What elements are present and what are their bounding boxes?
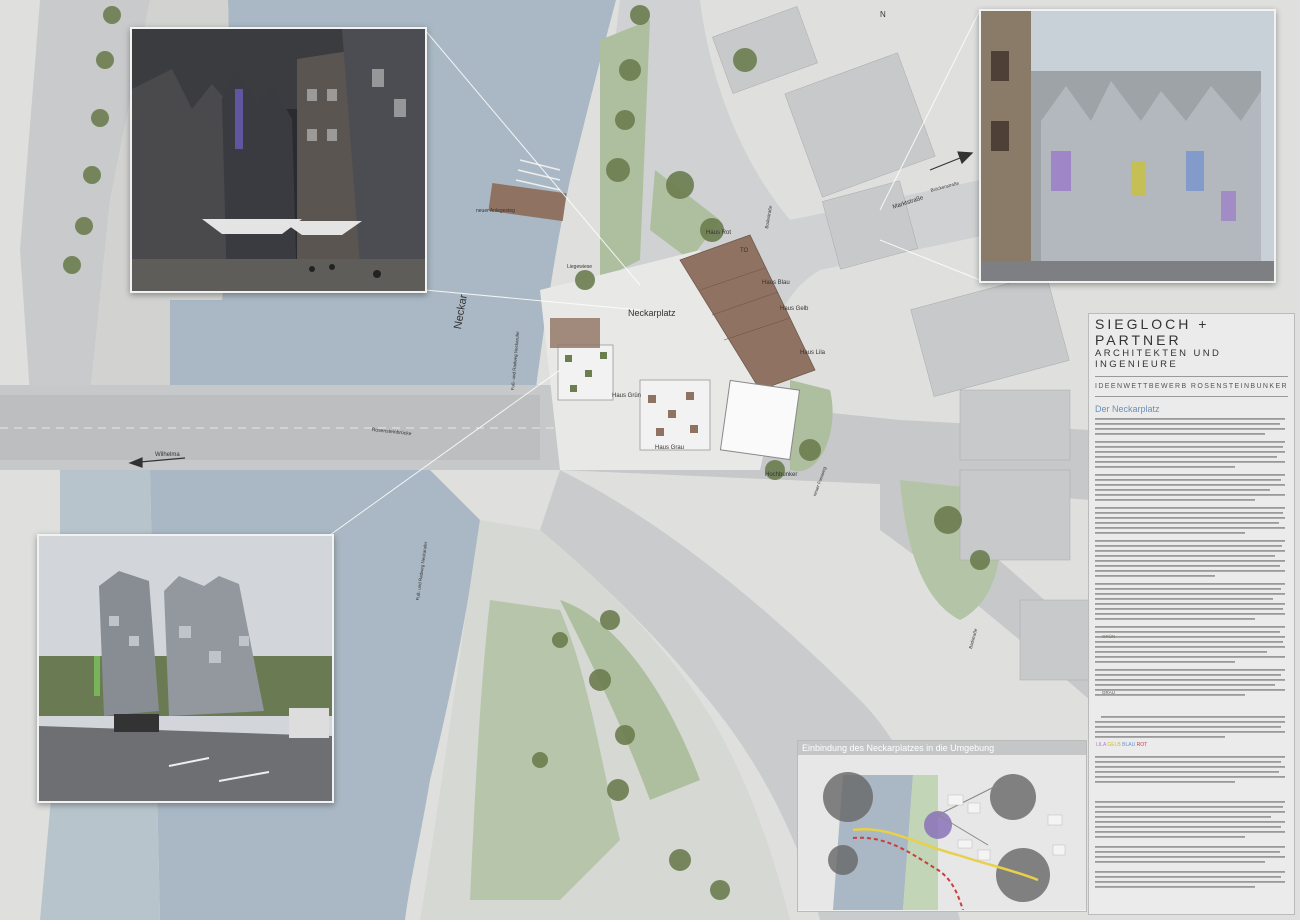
label-neckarplatz: Neckarplatz (628, 308, 676, 318)
divider (1095, 376, 1288, 377)
color-lila: LILA (1096, 742, 1107, 748)
street-view-photo (979, 9, 1276, 283)
section-title: Der Neckarplatz (1095, 404, 1160, 414)
color-rot: ROT (1136, 742, 1148, 748)
label-hochbunker: Hochbunker (765, 472, 798, 478)
firm-subtitle: ARCHITEKTEN UND INGENIEURE (1095, 348, 1222, 370)
inset-title: Einbindung des Neckarplatzes in die Umge… (798, 741, 1086, 755)
label-anlegesteg: neuer Anlegesteg (476, 208, 515, 214)
color-gelb: GELB (1107, 742, 1121, 748)
label-haus-gruen: Haus Grün (612, 393, 642, 399)
subhead-grau: GRAU (1102, 690, 1116, 695)
description-panel: SIEGLOCH + PARTNER ARCHITEKTEN UND INGEN… (1088, 313, 1295, 915)
color-blau: BLAU (1122, 742, 1136, 748)
label-wilhelma: Wilhelma (155, 452, 180, 458)
north-arrow: N (880, 10, 886, 19)
label-haus-lila: Haus Lila (800, 350, 826, 356)
label-haus-gelb: Haus Gelb (780, 306, 809, 312)
label-haus-rot: Haus Rot (706, 230, 732, 236)
label-haus-grau: Haus Grau (655, 445, 685, 451)
context-diagram: Einbindung des Neckarplatzes in die Umge… (797, 740, 1087, 912)
color-names: LILA GELB BLAU ROT (1096, 742, 1147, 748)
label-liegewiese: Liegewiese (567, 264, 593, 270)
divider (1095, 396, 1288, 397)
firm-name: SIEGLOCH + PARTNER (1095, 316, 1210, 348)
night-render-photo (130, 27, 427, 293)
label-to: TO (740, 248, 749, 254)
competition-title: IDEENWETTBEWERB ROSENSTEINBUNKER (1095, 383, 1288, 390)
hochbunker (719, 379, 801, 461)
label-haus-blau: Haus Blau (762, 280, 790, 286)
bunker-street-photo (37, 534, 334, 803)
body-text-lines (1095, 418, 1285, 888)
subhead-gruen: GRÜN (1102, 634, 1116, 639)
